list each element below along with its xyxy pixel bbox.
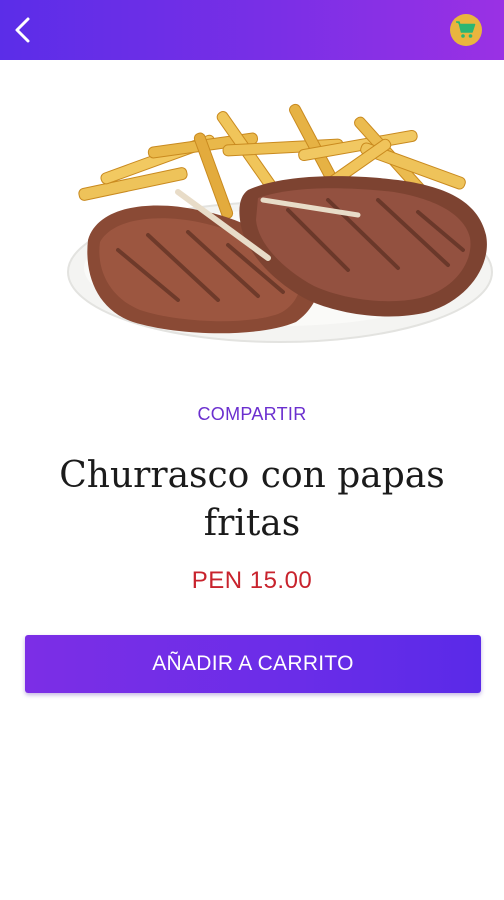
product-title: Churrasco con papas fritas [59,455,445,544]
shopping-cart-icon [456,21,476,38]
back-button[interactable] [6,12,42,48]
share-link[interactable]: COMPARTIR [0,404,504,425]
top-app-bar [0,0,504,60]
chevron-left-icon [15,17,30,43]
product-image [58,100,498,350]
add-to-cart-button[interactable]: AÑADIR A CARRITO [25,635,481,693]
product-price: PEN 15.00 [191,567,313,594]
cart-button[interactable] [450,14,482,46]
add-to-cart-label: AÑADIR A CARRITO [152,652,354,675]
